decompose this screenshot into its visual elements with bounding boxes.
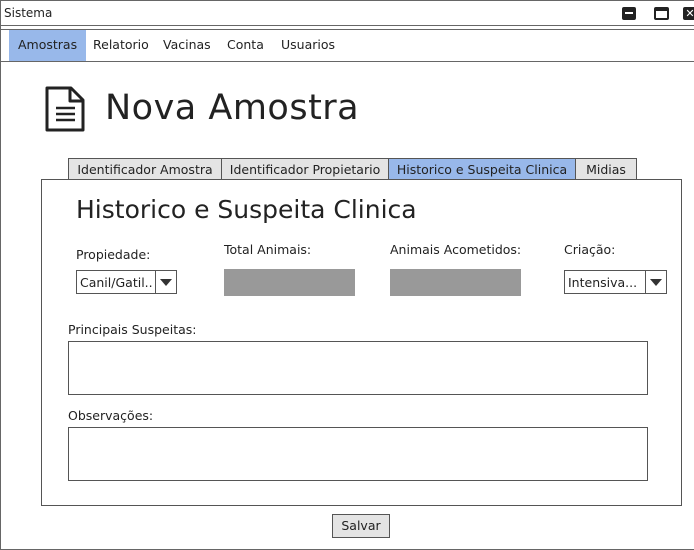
window-title: Sistema: [4, 6, 53, 20]
menu-item-usuarios[interactable]: Usuarios: [272, 30, 344, 61]
propiedade-select[interactable]: Canil/Gatil..: [76, 270, 177, 294]
observacoes-label: Observações:: [68, 408, 154, 423]
menu-item-relatorio[interactable]: Relatorio: [84, 30, 158, 61]
title-bar: Sistema ✕: [0, 0, 694, 26]
maximize-icon[interactable]: [654, 7, 669, 20]
principais-suspeitas-textarea[interactable]: [68, 341, 648, 395]
section-title: Historico e Suspeita Clinica: [76, 195, 417, 224]
menu-bar: Amostras Relatorio Vacinas Conta Usuario…: [0, 29, 694, 62]
animais-acometidos-label: Animais Acometidos:: [390, 242, 522, 257]
propiedade-label: Propiedade:: [76, 247, 151, 262]
tab-midias[interactable]: Midias: [575, 158, 637, 180]
principais-suspeitas-label: Principais Suspeitas:: [68, 322, 197, 337]
tab-identificador-propietario[interactable]: Identificador Propietario: [221, 158, 389, 180]
observacoes-textarea[interactable]: [68, 427, 648, 481]
menu-item-vacinas[interactable]: Vacinas: [154, 30, 220, 61]
tab-identificador-amostra[interactable]: Identificador Amostra: [68, 158, 222, 180]
save-button[interactable]: Salvar: [332, 514, 390, 538]
close-icon[interactable]: ✕: [683, 7, 694, 20]
chevron-down-icon[interactable]: [155, 271, 176, 293]
minimize-icon[interactable]: [622, 7, 636, 20]
tab-historico-suspeita-clinica[interactable]: Historico e Suspeita Clinica: [388, 158, 576, 180]
chevron-down-icon[interactable]: [645, 271, 666, 293]
menu-item-conta[interactable]: Conta: [218, 30, 273, 61]
criacao-label: Criação:: [564, 242, 616, 257]
menu-item-amostras[interactable]: Amostras: [9, 30, 87, 61]
page-title: Nova Amostra: [105, 88, 360, 128]
total-animais-label: Total Animais:: [224, 242, 312, 257]
criacao-select[interactable]: Intensiva...: [564, 270, 667, 294]
criacao-value: Intensiva...: [568, 275, 638, 290]
document-icon: [45, 86, 85, 132]
total-animais-input[interactable]: [224, 269, 355, 296]
animais-acometidos-input[interactable]: [390, 269, 521, 296]
propiedade-value: Canil/Gatil..: [80, 275, 153, 290]
